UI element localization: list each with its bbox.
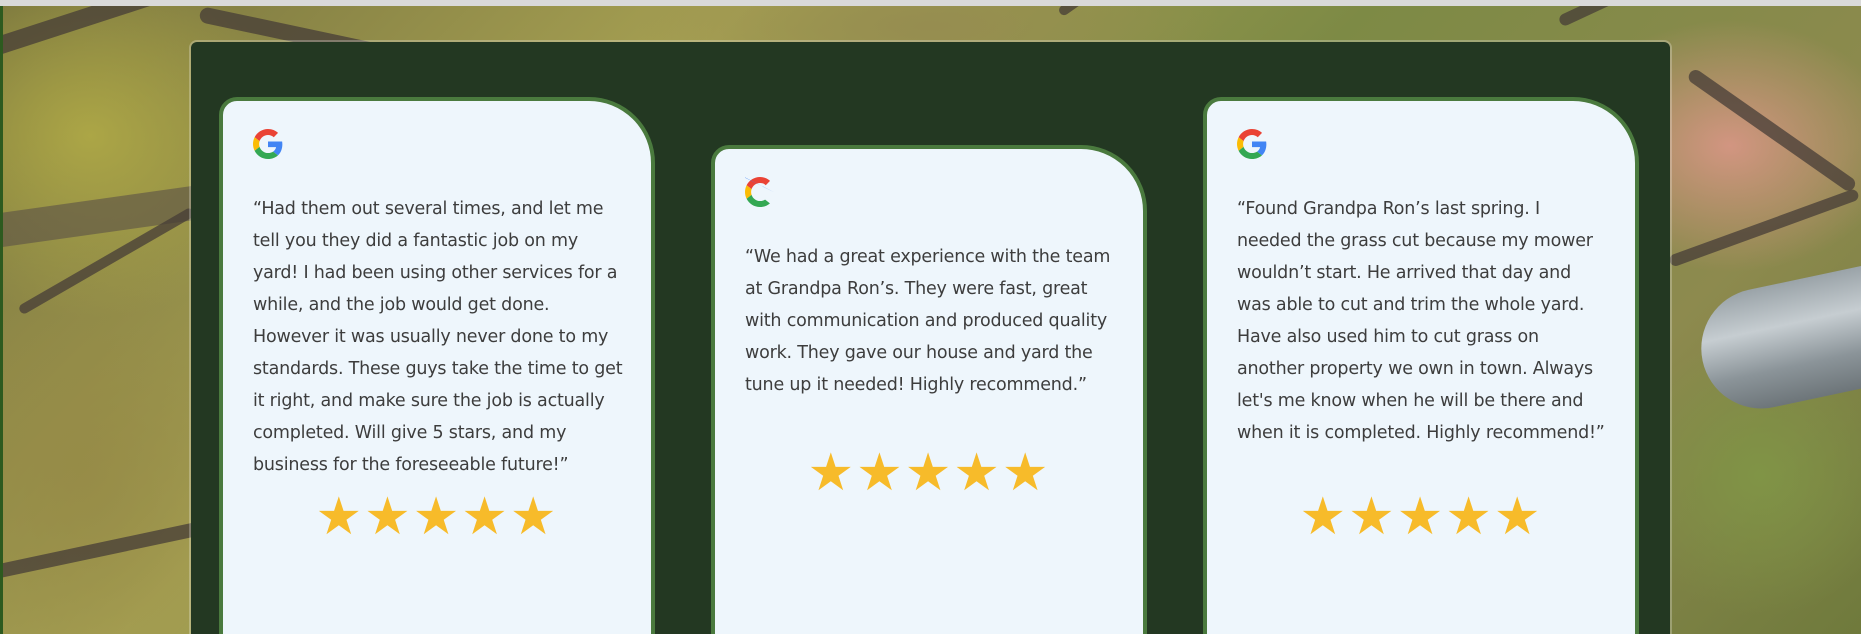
review-card: “We had a great experience with the team… [711,145,1147,634]
review-text: “We had a great experience with the team… [745,247,1111,395]
review-text: “Had them out several times, and let me … [253,199,623,475]
google-icon [253,129,283,159]
star-rating: ★★★★★ [315,488,559,546]
review-text: “Found Grandpa Ron’s last spring. I need… [1237,199,1605,443]
google-icon [1237,129,1267,159]
review-card: “Found Grandpa Ron’s last spring. I need… [1203,97,1639,634]
review-card: “Had them out several times, and let me … [219,97,655,634]
google-icon [745,177,775,207]
page-edge [0,6,3,634]
star-rating: ★★★★★ [1299,488,1543,546]
star-rating: ★★★★★ [807,444,1051,502]
